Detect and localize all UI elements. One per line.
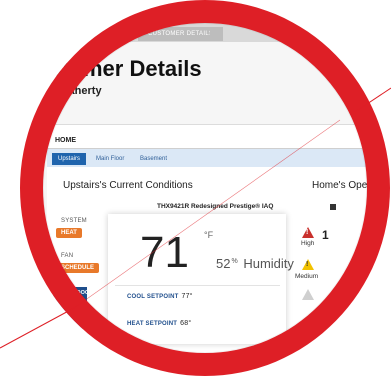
device-model: THX9421R Redesigned Prestige® IAQ <box>157 203 274 210</box>
zone-tab-upstairs[interactable]: Upstairs <box>52 153 87 165</box>
fan-label: FAN <box>61 253 74 259</box>
outdoor-label: OUTDOOR <box>65 290 94 296</box>
high-alert-count[interactable]: 1 <box>322 228 329 242</box>
humidity-unit: % <box>231 257 238 265</box>
outdoor-tile[interactable]: OUTDOOR <box>53 287 93 329</box>
humidity-label: Humidity <box>243 256 294 271</box>
zone-tab-main-floor[interactable]: Main Floor <box>90 153 130 165</box>
open-alerts-title: Home's Open <box>312 180 373 191</box>
magnified-view: CUSTOMER DETAILS stomer Details n Flaher… <box>0 0 391 376</box>
system-mode-badge[interactable]: HEAT <box>56 228 82 238</box>
current-conditions-title: Upstairs's Current Conditions <box>63 180 193 191</box>
humidity-readout: 52% Humidity <box>216 256 294 271</box>
cool-setpoint-value: 77° <box>181 293 193 300</box>
fan-mode-badge[interactable]: SCHEDULE <box>56 263 100 273</box>
heat-setpoint-value: 68° <box>180 320 192 327</box>
customer-name: n Flaherty <box>49 85 102 97</box>
magnifier-lens: CUSTOMER DETAILS stomer Details n Flaher… <box>20 0 390 376</box>
high-alert-mark-icon: ! <box>306 229 309 236</box>
high-alert-label: High <box>301 240 315 247</box>
medium-alert-label: Medium <box>295 273 319 280</box>
cool-setpoint-label: COOL SETPOINT <box>127 294 179 300</box>
cool-setpoint[interactable]: COOL SETPOINT 77° <box>127 293 193 300</box>
page-title: stomer Details <box>50 56 202 81</box>
breadcrumb-chevron-icon <box>210 27 216 41</box>
zone-tab-basement[interactable]: Basement <box>134 153 173 165</box>
device-status-square <box>330 204 336 210</box>
heat-setpoint[interactable]: HEAT SETPOINT 68° <box>127 320 191 327</box>
system-label: SYSTEM <box>61 218 87 224</box>
tab-home[interactable]: HOME <box>55 137 76 144</box>
heat-setpoint-label: HEAT SETPOINT <box>127 321 178 327</box>
humidity-value: 52 <box>216 256 231 271</box>
low-alert-icon <box>302 289 314 300</box>
current-temperature: 71 <box>140 228 189 277</box>
medium-alert-mark-icon: ! <box>306 261 309 268</box>
card-divider <box>115 285 280 286</box>
temperature-unit: °F <box>204 230 214 240</box>
